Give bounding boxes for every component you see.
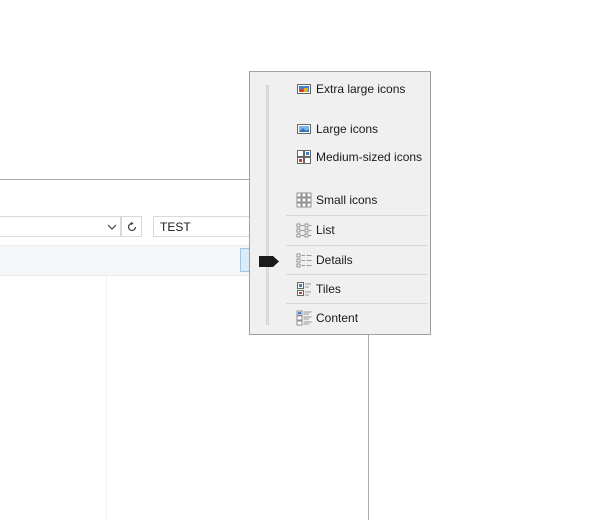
menu-item-label: Medium-sized icons	[316, 150, 423, 164]
menu-item-label: Large icons	[316, 122, 379, 136]
menu-item-large-icons[interactable]: Large icons	[286, 118, 428, 140]
menu-separator	[286, 274, 428, 275]
medium-icons-icon	[297, 150, 311, 164]
menu-item-content[interactable]: Content	[286, 307, 428, 329]
menu-item-label: Content	[316, 311, 359, 325]
large-icons-icon	[297, 124, 311, 134]
content-icon	[296, 310, 312, 326]
view-slider-thumb[interactable]	[259, 256, 279, 267]
menu-item-tiles[interactable]: Tiles	[286, 278, 428, 300]
column-separator	[106, 276, 107, 520]
menu-item-label: Small icons	[316, 193, 378, 207]
address-dropdown-button[interactable]	[103, 217, 121, 236]
extra-large-icons-icon	[297, 84, 311, 94]
list-icon	[296, 223, 312, 238]
menu-item-extra-large-icons[interactable]: Extra large icons	[286, 78, 428, 100]
menu-item-list[interactable]: List	[286, 219, 428, 241]
menu-item-medium-icons[interactable]: Medium-sized icons	[286, 146, 428, 168]
refresh-icon	[127, 221, 136, 231]
details-icon	[296, 253, 312, 268]
menu-item-details[interactable]: Details	[286, 249, 428, 271]
search-input[interactable]: TEST	[153, 216, 253, 237]
menu-separator	[286, 303, 428, 304]
small-icons-icon	[296, 192, 312, 208]
menu-item-small-icons[interactable]: Small icons	[286, 189, 428, 211]
menu-separator	[286, 215, 428, 216]
view-slider-track[interactable]	[266, 85, 269, 325]
screen: TEST Extra large icons Large icons Mediu…	[0, 0, 616, 520]
tiles-icon	[297, 282, 311, 296]
menu-item-label: List	[316, 223, 335, 237]
refresh-button[interactable]	[121, 216, 142, 237]
view-mode-popup: Extra large icons Large icons Medium-siz…	[249, 71, 431, 335]
chevron-down-icon	[107, 224, 117, 230]
menu-item-label: Extra large icons	[316, 82, 406, 96]
menu-item-label: Tiles	[316, 282, 341, 296]
menu-item-label: Details	[316, 253, 353, 267]
menu-separator	[286, 245, 428, 246]
